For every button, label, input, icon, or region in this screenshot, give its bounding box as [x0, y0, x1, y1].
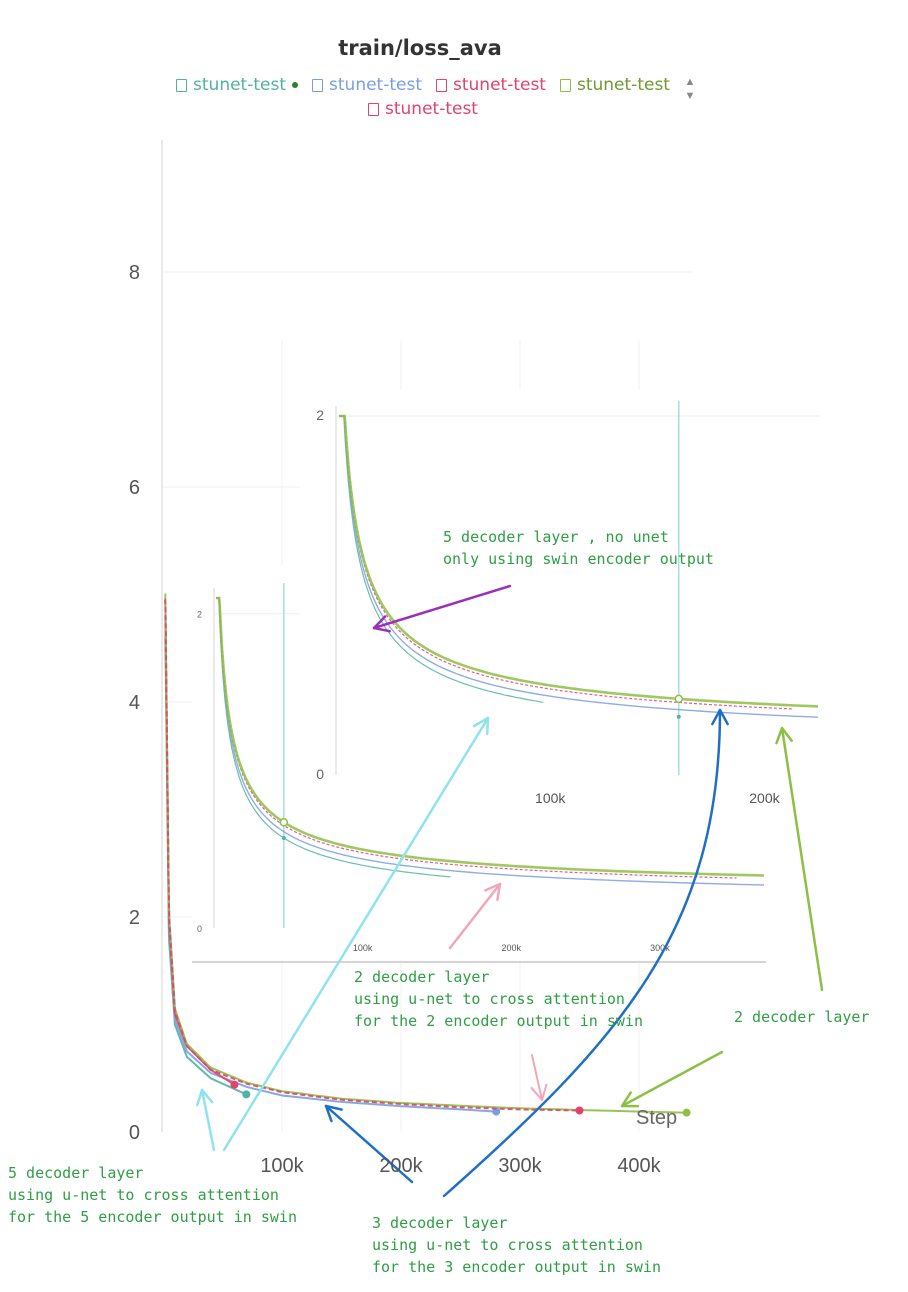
inset-x-tick-label: 200k — [502, 943, 522, 953]
annotation-arrow — [620, 1050, 724, 1108]
y-tick-label: 8 — [129, 262, 140, 284]
chart-stage: train/loss_ava stunet-test stunet-test s… — [0, 0, 908, 1292]
chart-svg: 02100k 200k 300k 02100k 200k 02468100k 200k 3… — [129, 140, 824, 1198]
inset-y-tick-label: 2 — [316, 407, 324, 423]
y-tick-label: 0 — [129, 1122, 140, 1144]
series-end-point — [230, 1080, 239, 1089]
note-2-layer: 2 decoder layer — [734, 1008, 870, 1026]
series-end-point — [575, 1106, 584, 1115]
y-tick-label: 4 — [129, 692, 140, 714]
inset-x-tick-label: 100k — [535, 790, 566, 806]
note-5-no-unet: 5 decoder layer , no unet only using swi… — [443, 528, 714, 568]
series-end-point — [682, 1108, 691, 1117]
note-2-unet: 2 decoder layer using u-net to cross att… — [354, 968, 643, 1030]
series-end-point — [242, 1090, 251, 1099]
inset-x-tick-label: 200k — [749, 790, 780, 806]
inset-y-tick-label: 0 — [316, 766, 324, 782]
x-axis-label: Step — [636, 1107, 677, 1129]
x-tick-label: 400k — [617, 1155, 661, 1177]
note-3-unet: 3 decoder layer using u-net to cross att… — [372, 1214, 661, 1276]
y-tick-label: 6 — [129, 477, 140, 499]
inset-hover-marker — [279, 818, 289, 827]
note-5-unet: 5 decoder layer using u-net to cross att… — [8, 1164, 297, 1226]
inset-y-tick-label: 2 — [197, 610, 202, 620]
inset-hover-point — [281, 835, 286, 840]
x-tick-label: 200k — [379, 1155, 423, 1177]
inset-background — [300, 390, 820, 810]
y-tick-label: 2 — [129, 907, 140, 929]
inset-x-tick-label: 100k — [353, 943, 373, 953]
inset-large: 0 2 100k 200k — [300, 390, 820, 810]
inset-y-tick-label: 0 — [197, 924, 202, 934]
x-tick-label: 300k — [498, 1155, 542, 1177]
inset-hover-point — [676, 714, 681, 719]
inset-hover-marker — [674, 694, 684, 704]
